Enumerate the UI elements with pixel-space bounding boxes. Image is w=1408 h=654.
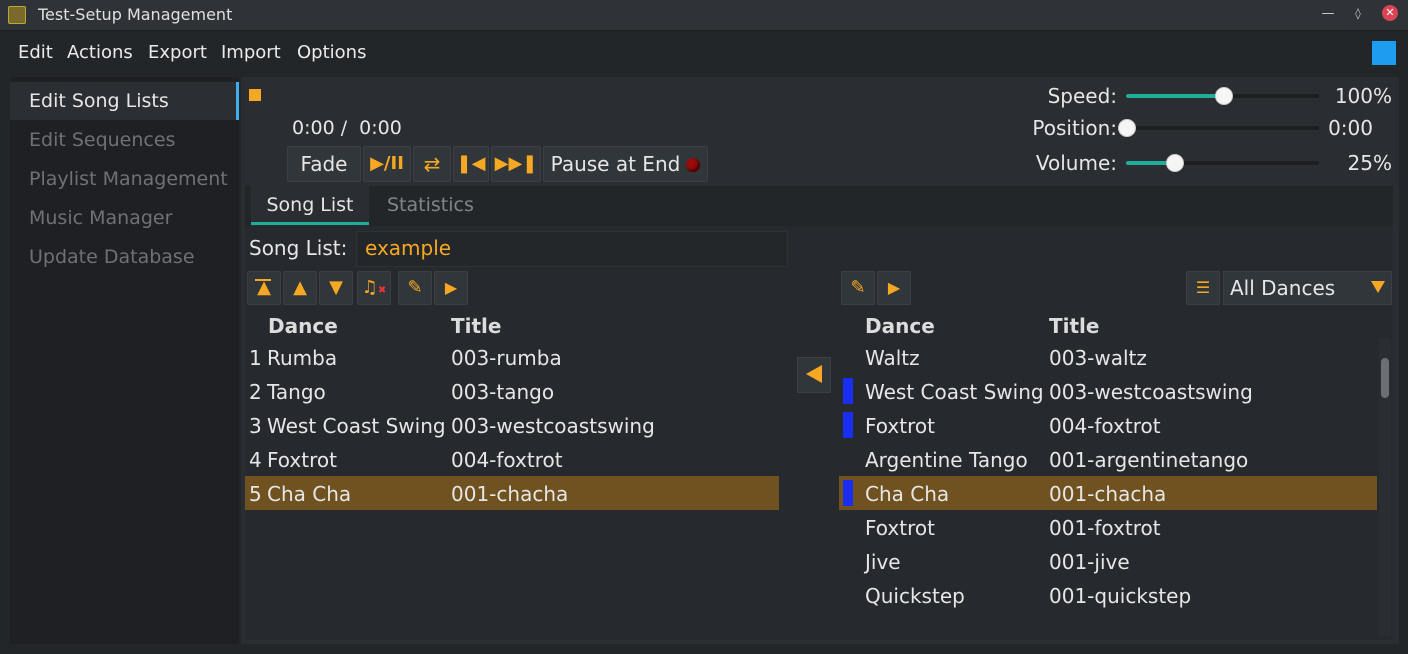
right-row-dance[interactable]: Argentine Tango [865,448,1028,472]
right-header-title: Title [1049,314,1100,338]
right-row-title[interactable]: 001-argentinetango [1049,448,1248,472]
position-label: Position: [1032,116,1117,140]
volume-value: 25% [1347,151,1392,175]
menu-export[interactable]: Export [148,42,207,63]
edit-pencil-icon[interactable]: ✎ [398,271,432,305]
menu-options[interactable]: Options [297,42,366,63]
right-row-title[interactable]: 001-foxtrot [1049,516,1161,540]
left-row-num-current: 4 [249,448,262,472]
left-row-dance[interactable]: Cha Cha [267,482,351,506]
menu-edit[interactable]: Edit [18,42,53,63]
left-row-dance[interactable]: West Coast Swing [267,414,446,438]
left-row-dance[interactable]: Tango [267,380,326,404]
right-row-title[interactable]: 001-chacha [1049,482,1166,506]
volume-slider-handle[interactable] [1166,154,1184,172]
left-row-title[interactable]: 003-rumba [451,346,562,370]
chevron-down-icon [1371,281,1385,293]
pause-at-end-label: Pause at End [550,152,681,176]
record-dot-icon [686,158,701,172]
left-row-dance[interactable]: Rumba [267,346,337,370]
speed-value: 100% [1334,84,1392,108]
in-list-marker [843,480,853,506]
left-row-num: 2 [249,380,262,404]
remove-song-icon[interactable]: ♫✖ [357,271,391,305]
position-value: 0:00 [1328,116,1373,140]
dance-filter-value: All Dances [1230,276,1336,300]
right-row-title[interactable]: 001-jive [1049,550,1130,574]
sidebar-item-edit-sequences[interactable]: Edit Sequences [29,129,175,151]
close-icon[interactable]: ✕ [1382,5,1398,21]
next-icon[interactable]: ▶▶❚ [491,146,541,182]
left-row-dance[interactable]: Foxtrot [267,448,337,472]
time-display: 0:00 / 0:00 [292,117,402,139]
fade-button[interactable]: Fade [287,146,361,182]
move-up-icon[interactable]: ▲ [283,271,317,305]
right-row-title[interactable]: 003-westcoastswing [1049,380,1253,404]
tab-song-list[interactable]: Song List [251,186,369,226]
position-slider-handle[interactable] [1118,119,1136,137]
sidebar-active-marker [236,82,239,120]
playback-indicator [249,89,261,101]
left-header-title: Title [451,314,502,338]
move-to-top-icon[interactable]: ▲ [247,271,281,305]
window-title: Test-Setup Management [38,5,233,24]
menu-import[interactable]: Import [221,42,281,63]
left-row-title[interactable]: 001-chacha [451,482,568,506]
previous-icon[interactable]: ❚◀ [453,146,489,182]
left-row-title[interactable]: 003-westcoastswing [451,414,655,438]
sidebar-item-playlist-management[interactable]: Playlist Management [29,168,228,190]
left-row-title[interactable]: 003-tango [451,380,554,404]
pause-at-end-button[interactable]: Pause at End [543,146,708,182]
minimize-icon[interactable]: — [1318,4,1338,24]
right-row-dance[interactable]: Cha Cha [865,482,949,506]
filter-icon[interactable]: ☰ [1186,271,1220,305]
left-header-dance: Dance [268,314,338,338]
active-tab-underline [251,222,369,225]
right-row-dance[interactable]: West Coast Swing [865,380,1044,404]
left-row-title[interactable]: 004-foxtrot [451,448,563,472]
right-row-dance[interactable]: Jive [865,550,901,574]
sidebar [10,77,239,644]
sidebar-item-edit-song-lists[interactable]: Edit Song Lists [29,90,169,112]
status-indicator [1372,41,1396,65]
speed-label: Speed: [1047,84,1117,108]
in-list-marker [843,378,853,404]
arrow-left-icon [806,365,822,383]
in-list-marker [843,412,853,438]
right-row-title[interactable]: 004-foxtrot [1049,414,1161,438]
move-down-icon[interactable]: ▼ [319,271,353,305]
play-song-icon[interactable]: ▶ [434,271,468,305]
song-list-value: example [365,236,452,260]
volume-label: Volume: [1035,151,1117,175]
menu-actions[interactable]: Actions [67,42,133,63]
sidebar-item-music-manager[interactable]: Music Manager [29,207,172,229]
speed-slider-handle[interactable] [1215,87,1233,105]
left-row-num: 5 [249,482,262,506]
speed-slider-fill [1126,94,1223,98]
move-to-top-bar [255,279,271,281]
song-list-label: Song List: [249,236,348,260]
right-row-dance[interactable]: Foxtrot [865,516,935,540]
menu-bar [0,31,1408,71]
edit-pencil-icon[interactable]: ✎ [841,271,875,305]
tab-statistics[interactable]: Statistics [387,194,474,216]
right-row-dance[interactable]: Quickstep [865,584,965,608]
position-slider-track[interactable] [1126,126,1319,130]
sidebar-item-update-database[interactable]: Update Database [29,246,195,268]
play-pause-button[interactable]: ▶/II [363,146,411,182]
right-row-dance[interactable]: Foxtrot [865,414,935,438]
right-header-dance: Dance [865,314,935,338]
left-row-num: 3 [249,414,262,438]
app-icon [8,6,26,24]
right-row-title[interactable]: 001-quickstep [1049,584,1191,608]
maximize-icon[interactable]: ◊ [1348,4,1368,24]
scrollbar-thumb[interactable] [1381,358,1389,398]
left-row-num: 1 [249,346,262,370]
repeat-icon[interactable]: ⇄ [413,146,451,182]
play-song-icon[interactable]: ▶ [877,271,911,305]
right-row-title[interactable]: 003-waltz [1049,346,1147,370]
right-row-dance[interactable]: Waltz [865,346,920,370]
